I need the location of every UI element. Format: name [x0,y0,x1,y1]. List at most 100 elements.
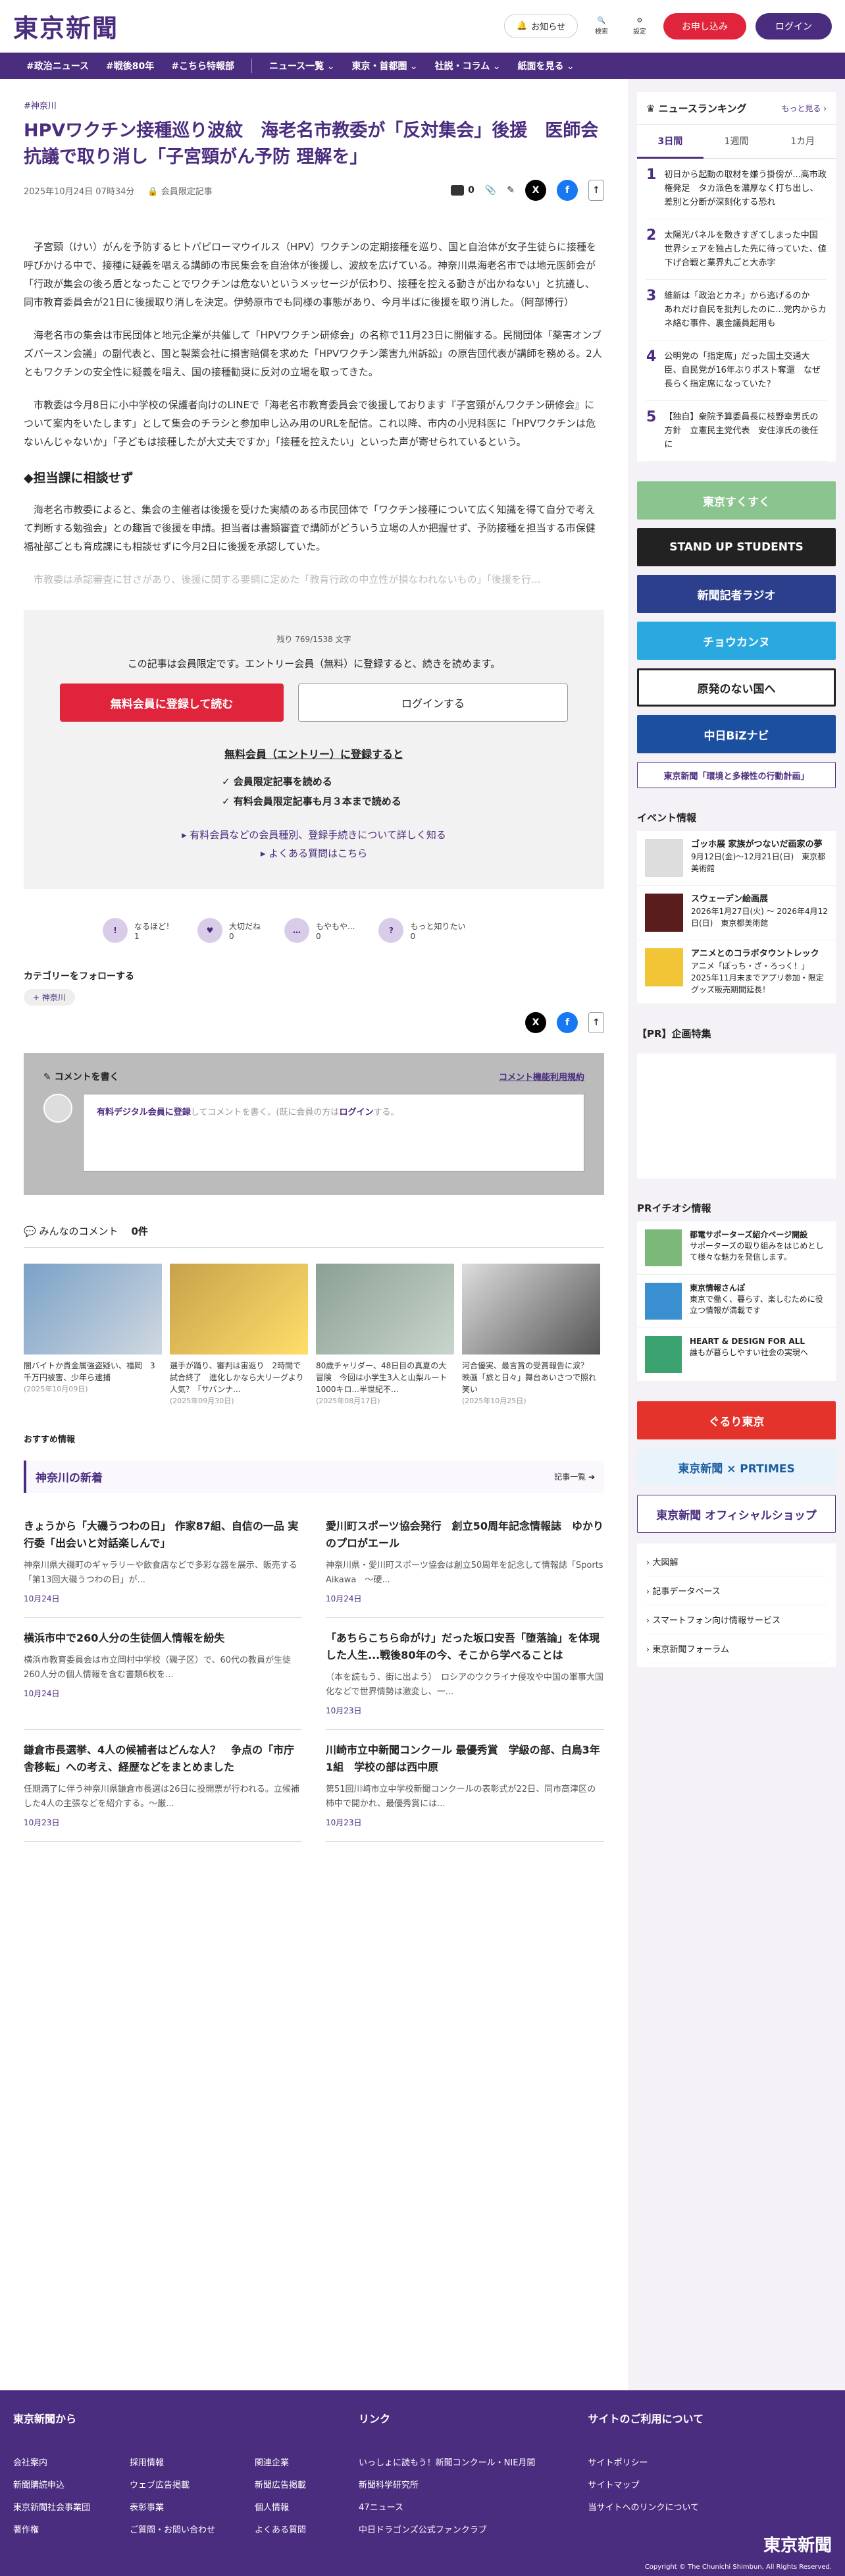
ranking-item[interactable]: 1 初日から起動の取材を嫌う掛傍が...高市政権発足 タカ派色を濃厚なく打ち出し、… [646,159,827,219]
footer-col1-title: 東京新聞から [13,2413,77,2425]
ranking-item[interactable]: 2 太陽光パネルを敷きすぎてしまった中国 世界シェアを独占した先に待っていた、値下… [646,219,827,280]
nav-tokyo[interactable]: 東京・首都圏 [351,59,417,72]
search-button[interactable]: 🔍 検索 [587,17,616,36]
membership-info-link[interactable]: ▸ 有料会員などの会員種別、登録手続きについて詳しく知る [50,826,578,844]
reaction-motto[interactable]: ? もっと知りたい 0 [378,918,466,943]
footer-link[interactable]: サイトマップ [588,2475,704,2497]
footer-link[interactable]: いっしょに読もう！新聞コンクール・NIE月間 [359,2452,535,2475]
pr-item[interactable]: HEART & DESIGN FOR ALL 誰もが暮らしやすい社会の実現へ [637,1328,836,1382]
reaction-taisetsu[interactable]: ♥ 大切だね 0 [197,918,261,943]
banner-standup[interactable]: STAND UP STUDENTS [637,528,836,566]
apply-button[interactable]: お申し込み [663,13,746,40]
news-item[interactable]: きょうから「大磯うつわの日」 作家87組、自信の一品 実行委「出会いと対話楽しん… [24,1506,302,1618]
login-button[interactable]: ログイン [755,13,832,40]
settings-button[interactable]: ⚙ 設定 [625,17,654,36]
reaction-naruhodo[interactable]: ! なるほど！ 1 [103,918,174,943]
facebook-share-icon[interactable]: f [557,1012,578,1033]
footer-link[interactable]: 著作権 [13,2519,90,2542]
news-item[interactable]: 「あちらこちら命がけ」だった坂口安吾「堕落論」を体現した人生...戦後80年の今… [326,1618,604,1730]
footer-link[interactable]: 個人情報 [255,2497,306,2519]
comment-login-link[interactable]: ログイン [339,1108,373,1117]
local-more-link[interactable]: 記事一覧 ➔ [554,1471,595,1482]
footer-link[interactable]: 新聞科学研究所 [359,2475,535,2497]
footer-link[interactable]: 新聞広告掲載 [255,2475,306,2497]
banner-gururi[interactable]: ぐるり東京 [637,1401,836,1439]
event-item[interactable]: アニメとのコラボタウントレック アニメ「ぽっち・ざ・ろっく！」2025年11月末ま… [637,940,836,1004]
nav-politics[interactable]: #政治ニュース [26,59,89,72]
footer-link[interactable]: ウェブ広告掲載 [130,2475,215,2497]
related-card[interactable]: 選手が踊り、審判は宙返り 2時間で試合終了 進化しかなら大リーグより人気？「サバ… [170,1264,308,1407]
event-item[interactable]: ゴッホ展 家族がつないだ画家の夢 9月12日(金)～12月21日(日) 東京都美術… [637,831,836,886]
footer-link[interactable]: 新聞購読申込 [13,2475,90,2497]
banner-shop[interactable]: 東京新聞 オフィシャルショップ [637,1495,836,1533]
nav-news-list[interactable]: ニュース一覧 [269,59,335,72]
side-link[interactable]: スマートフォン向け情報サービス [646,1605,827,1634]
nav-editorial[interactable]: 社説・コラム [435,59,501,72]
news-item[interactable]: 横浜市中で260人分の生徒個人情報を紛失 横浜市教育委員会は市立岡村中学校（磯子区… [24,1618,302,1730]
footer-link[interactable]: 当サイトへのリンクについて [588,2497,704,2519]
ranking-item[interactable]: 4 公明党の「指定席」だった国土交通大臣、自民党が16年ぶりポスト奪還 なぜ長らく… [646,340,827,401]
comment-terms-link[interactable]: コメント機能利用規約 [499,1070,584,1083]
nav-postwar80[interactable]: #戦後80年 [106,59,154,72]
nav-tokuhobu[interactable]: #こちら特報部 [171,59,234,72]
faq-link[interactable]: ▸ よくある質問はこちら [50,844,578,863]
related-card[interactable]: 河合優実、最言賞の受賞報告に涙？ 映画「旅と日々」舞台あいさつで照れ笑い (202… [462,1264,600,1407]
article-tag[interactable]: #神奈川 [24,99,604,111]
footer-link[interactable]: 会社案内 [13,2452,90,2475]
footer-link[interactable]: 表彰事業 [130,2497,215,2519]
site-logo[interactable]: 東京新聞 [13,8,118,44]
footer-link[interactable]: 中日ドラゴンズ公式ファンクラブ [359,2519,535,2542]
banner-chokanu[interactable]: チョウカンヌ [637,622,836,660]
footer-link[interactable]: 47ニュース [359,2497,535,2519]
comment-count[interactable]: 0 [451,185,474,196]
ranking-item[interactable]: 3 維新は「政治とカネ」から逃げるのか あれだけ自民を批判したのに...党内からカ… [646,280,827,340]
tab-1month[interactable]: 1カ月 [769,125,836,159]
facebook-share-icon[interactable]: f [557,180,578,201]
x-share-icon[interactable]: X [525,1012,546,1033]
tab-1week[interactable]: 1週間 [703,125,770,159]
follow-chip[interactable]: + 神奈川 [24,989,75,1006]
footer-link[interactable]: ご質問・お問い合わせ [130,2519,215,2542]
paywall-login-button[interactable]: ログインする [298,684,568,722]
related-card[interactable]: 闇バイトか貴金属強盗疑い、福岡 3千万円被害、少年ら逮捕 (2025年10月09日… [24,1264,162,1407]
ranking-more-link[interactable]: もっと見る › [781,103,827,114]
notice-button[interactable]: 🔔 お知らせ [504,14,578,38]
news-item[interactable]: 鎌倉市長選挙、4人の候補者はどんな人？ 争点の「市庁舎移転」への考え、経歴などを… [24,1730,302,1842]
footer-link[interactable]: 東京新聞社会事業団 [13,2497,90,2519]
paywall-message: この記事は会員限定です。エントリー会員（無料）に登録すると、続きを読めます。 [127,658,501,670]
heart-icon: ♥ [197,918,223,943]
footer-link[interactable]: サイトポリシー [588,2452,704,2475]
banner-prtimes[interactable]: 東京新聞 × PRTIMES [637,1448,836,1486]
footer-link[interactable]: よくある質問 [255,2519,306,2542]
event-item[interactable]: スウェーデン絵画展 2026年1月27日(火) ～ 2026年4月12日(日) 東… [637,886,836,940]
register-link[interactable]: 有料デジタル会員に登録 [97,1108,191,1117]
x-share-icon[interactable]: X [525,180,546,201]
register-button[interactable]: 無料会員に登録して読む [60,684,284,722]
pr-item[interactable]: 東京情報さんぽ 東京で働く、暮らす、楽しむために役立つ情報が満載です [637,1275,836,1328]
side-link[interactable]: 大図解 [646,1547,827,1576]
pr-item[interactable]: 都電サポーターズ紹介ページ開設 サポーターズの取り組みをはじめとして様々な魅力を発… [637,1221,836,1275]
tab-3days[interactable]: 3日間 [637,125,704,159]
comment-input[interactable]: 有料デジタル会員に登録してコメントを書く。(既に会員の方はログインする。 [83,1094,584,1171]
banner-bizenavi[interactable]: 中日BiZナビ [637,715,836,753]
news-item[interactable]: 川崎市立中新聞コンクール 最優秀賞 学級の部、白鳥3年1組 学校の部は西中原 第5… [326,1730,604,1842]
banner-genpatsu[interactable]: 原発のない国へ [637,668,836,707]
side-link[interactable]: 記事データベース [646,1576,827,1605]
reaction-moyamoya[interactable]: … もやもや... 0 [284,918,355,943]
banner-sukusuku[interactable]: 東京すくすく [637,481,836,520]
footer-link[interactable]: 採用情報 [130,2452,215,2475]
banner-radio[interactable]: 新聞記者ラジオ [637,575,836,613]
ranking-item[interactable]: 5 【独自】衆院予算委員長に枝野幸男氏の方針 立憲民主党代表 安住淳氏の後任に [646,401,827,462]
banner-action-plan[interactable]: 東京新聞「環境と多様性の行動計画」 [637,762,836,788]
share-icon[interactable]: ↑ [588,180,604,201]
clip-icon[interactable]: 📎 [485,185,496,196]
nav-paper[interactable]: 紙面を見る [517,59,574,72]
news-item[interactable]: 愛川町スポーツ協会発行 創立50周年記念情報誌 ゆかりのプロがエール 神奈川県・愛… [326,1506,604,1618]
side-link[interactable]: 東京新聞フォーラム [646,1634,827,1663]
print-icon[interactable]: ✎ [507,185,515,196]
related-card[interactable]: 80歳チャリダー、48日目の真夏の大冒険 今回は小学生3人と山梨ルート1000キ… [316,1264,454,1407]
footer-logo[interactable]: 東京新聞 [763,2532,832,2556]
paragraph: 市教委は今月8日に小中学校の保護者向けのLINEで「海老名市教育委員会で後援して… [24,399,596,448]
footer-link[interactable]: 関連企業 [255,2452,306,2475]
share-icon[interactable]: ↑ [588,1012,604,1033]
